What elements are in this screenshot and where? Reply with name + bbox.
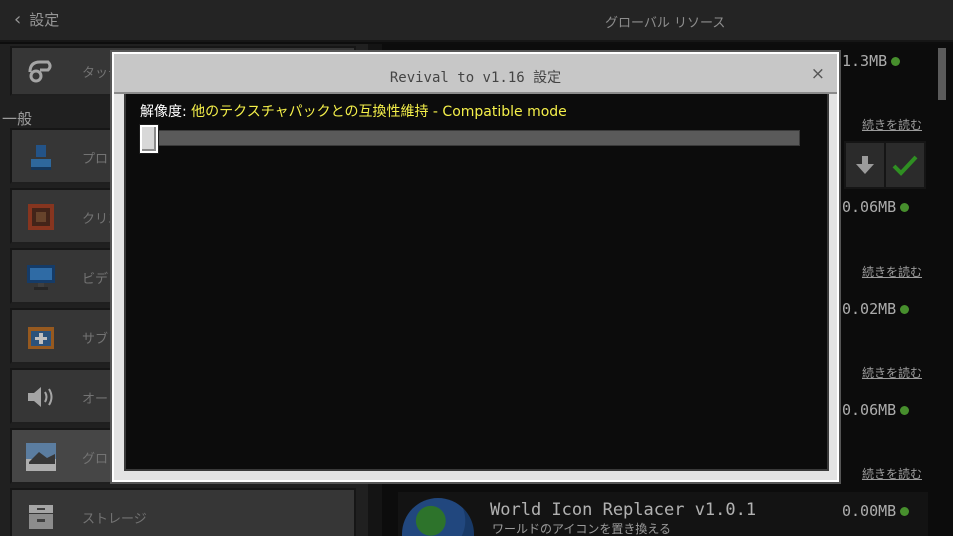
modal-body: 解像度: 他のテクスチャパックとの互換性維持 - Compatible mode xyxy=(124,94,829,471)
setting-key: 解像度: xyxy=(140,104,192,120)
modal-title: Revival to v1.16 設定 xyxy=(389,70,562,86)
resolution-slider-track[interactable] xyxy=(142,130,800,146)
close-button[interactable]: × xyxy=(811,65,825,83)
setting-value: 他のテクスチャパックとの互換性維持 - Compatible mode xyxy=(191,104,567,120)
resolution-setting-label: 解像度: 他のテクスチャパックとの互換性維持 - Compatible mode xyxy=(140,101,567,121)
resolution-slider-thumb[interactable] xyxy=(140,125,158,153)
modal-header: Revival to v1.16 設定 × xyxy=(114,54,837,94)
settings-modal: Revival to v1.16 設定 × 解像度: 他のテクスチャパックとの互… xyxy=(112,52,839,482)
